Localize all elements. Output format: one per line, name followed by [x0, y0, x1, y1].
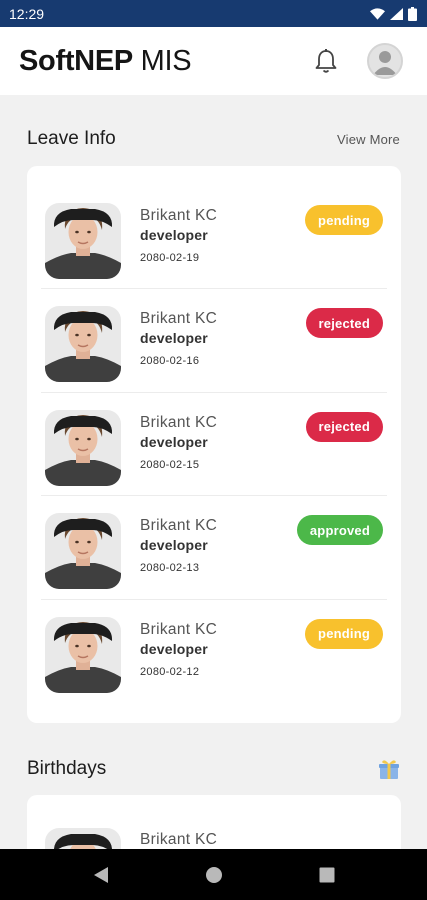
leave-list-item[interactable]: Brikant KC developer 2080-02-16 rejected: [41, 289, 387, 393]
status-badge: pending: [305, 618, 383, 649]
leave-list-item[interactable]: Brikant KC developer 2080-02-15 rejected: [41, 393, 387, 497]
employee-role: developer: [140, 433, 208, 450]
leave-date: 2080-02-12: [140, 665, 200, 678]
birthdays-header: Birthdays: [27, 758, 400, 780]
employee-photo: [45, 409, 121, 486]
leave-date: 2080-02-16: [140, 355, 200, 368]
leave-info-card: Brikant KC developer 2080-02-19 pending …: [27, 166, 401, 723]
leave-list-item[interactable]: Brikant KC developer 2080-02-12 pending: [41, 600, 387, 703]
signal-icon: [390, 7, 403, 20]
leave-list: Brikant KC developer 2080-02-19 pending …: [27, 186, 401, 703]
employee-photo: [45, 616, 121, 693]
employee-role: developer: [140, 330, 208, 347]
employee-name: Brikant KC: [140, 310, 218, 328]
leave-date: 2080-02-15: [140, 458, 200, 471]
status-badge: pending: [305, 205, 383, 235]
app-title-suffix: MIS: [132, 44, 192, 77]
profile-avatar-button[interactable]: [367, 43, 403, 79]
app-title: SoftNEP MIS: [19, 44, 192, 78]
employee-role: developer: [140, 640, 208, 657]
bell-icon[interactable]: [314, 48, 338, 74]
employee-name: Brikant KC: [140, 207, 218, 224]
employee-name: Brikant KC: [140, 831, 218, 848]
leave-date: 2080-02-19: [140, 252, 200, 264]
employee-role: developer: [140, 537, 208, 554]
birthdays-title: Birthdays: [27, 758, 107, 779]
wifi-icon: [370, 7, 385, 20]
app-title-brand: SoftNEP: [19, 44, 133, 77]
leave-list-item[interactable]: Brikant KC developer 2080-02-19 pending: [41, 186, 387, 290]
app-header: SoftNEP MIS: [0, 27, 427, 95]
system-nav-bar: [0, 849, 427, 900]
header-actions: [314, 43, 403, 79]
back-triangle-icon[interactable]: [93, 866, 109, 884]
leave-info-header: Leave Info View More: [27, 128, 400, 150]
gift-icon: [379, 760, 399, 779]
employee-name: Brikant KC: [140, 517, 218, 535]
leave-info-title: Leave Info: [27, 128, 116, 149]
person-icon: [373, 51, 397, 75]
recents-square-icon[interactable]: [319, 867, 335, 883]
employee-photo: [45, 203, 121, 279]
status-time: 12:29: [9, 5, 45, 22]
view-more-link[interactable]: View More: [337, 132, 400, 147]
home-circle-icon[interactable]: [205, 866, 223, 884]
employee-photo: [45, 306, 121, 383]
leave-date: 2080-02-13: [140, 562, 200, 575]
leave-list-item[interactable]: Brikant KC developer 2080-02-13 approved: [41, 496, 387, 600]
status-bar: 12:29: [0, 0, 427, 27]
employee-role: developer: [140, 227, 208, 243]
battery-icon: [408, 6, 417, 21]
status-badge: rejected: [305, 308, 383, 339]
employee-name: Brikant KC: [140, 620, 218, 638]
status-badge: rejected: [305, 411, 383, 442]
status-badge: approved: [296, 515, 383, 546]
employee-photo: [45, 513, 121, 590]
employee-name: Brikant KC: [140, 413, 218, 431]
status-icons: [370, 6, 417, 21]
